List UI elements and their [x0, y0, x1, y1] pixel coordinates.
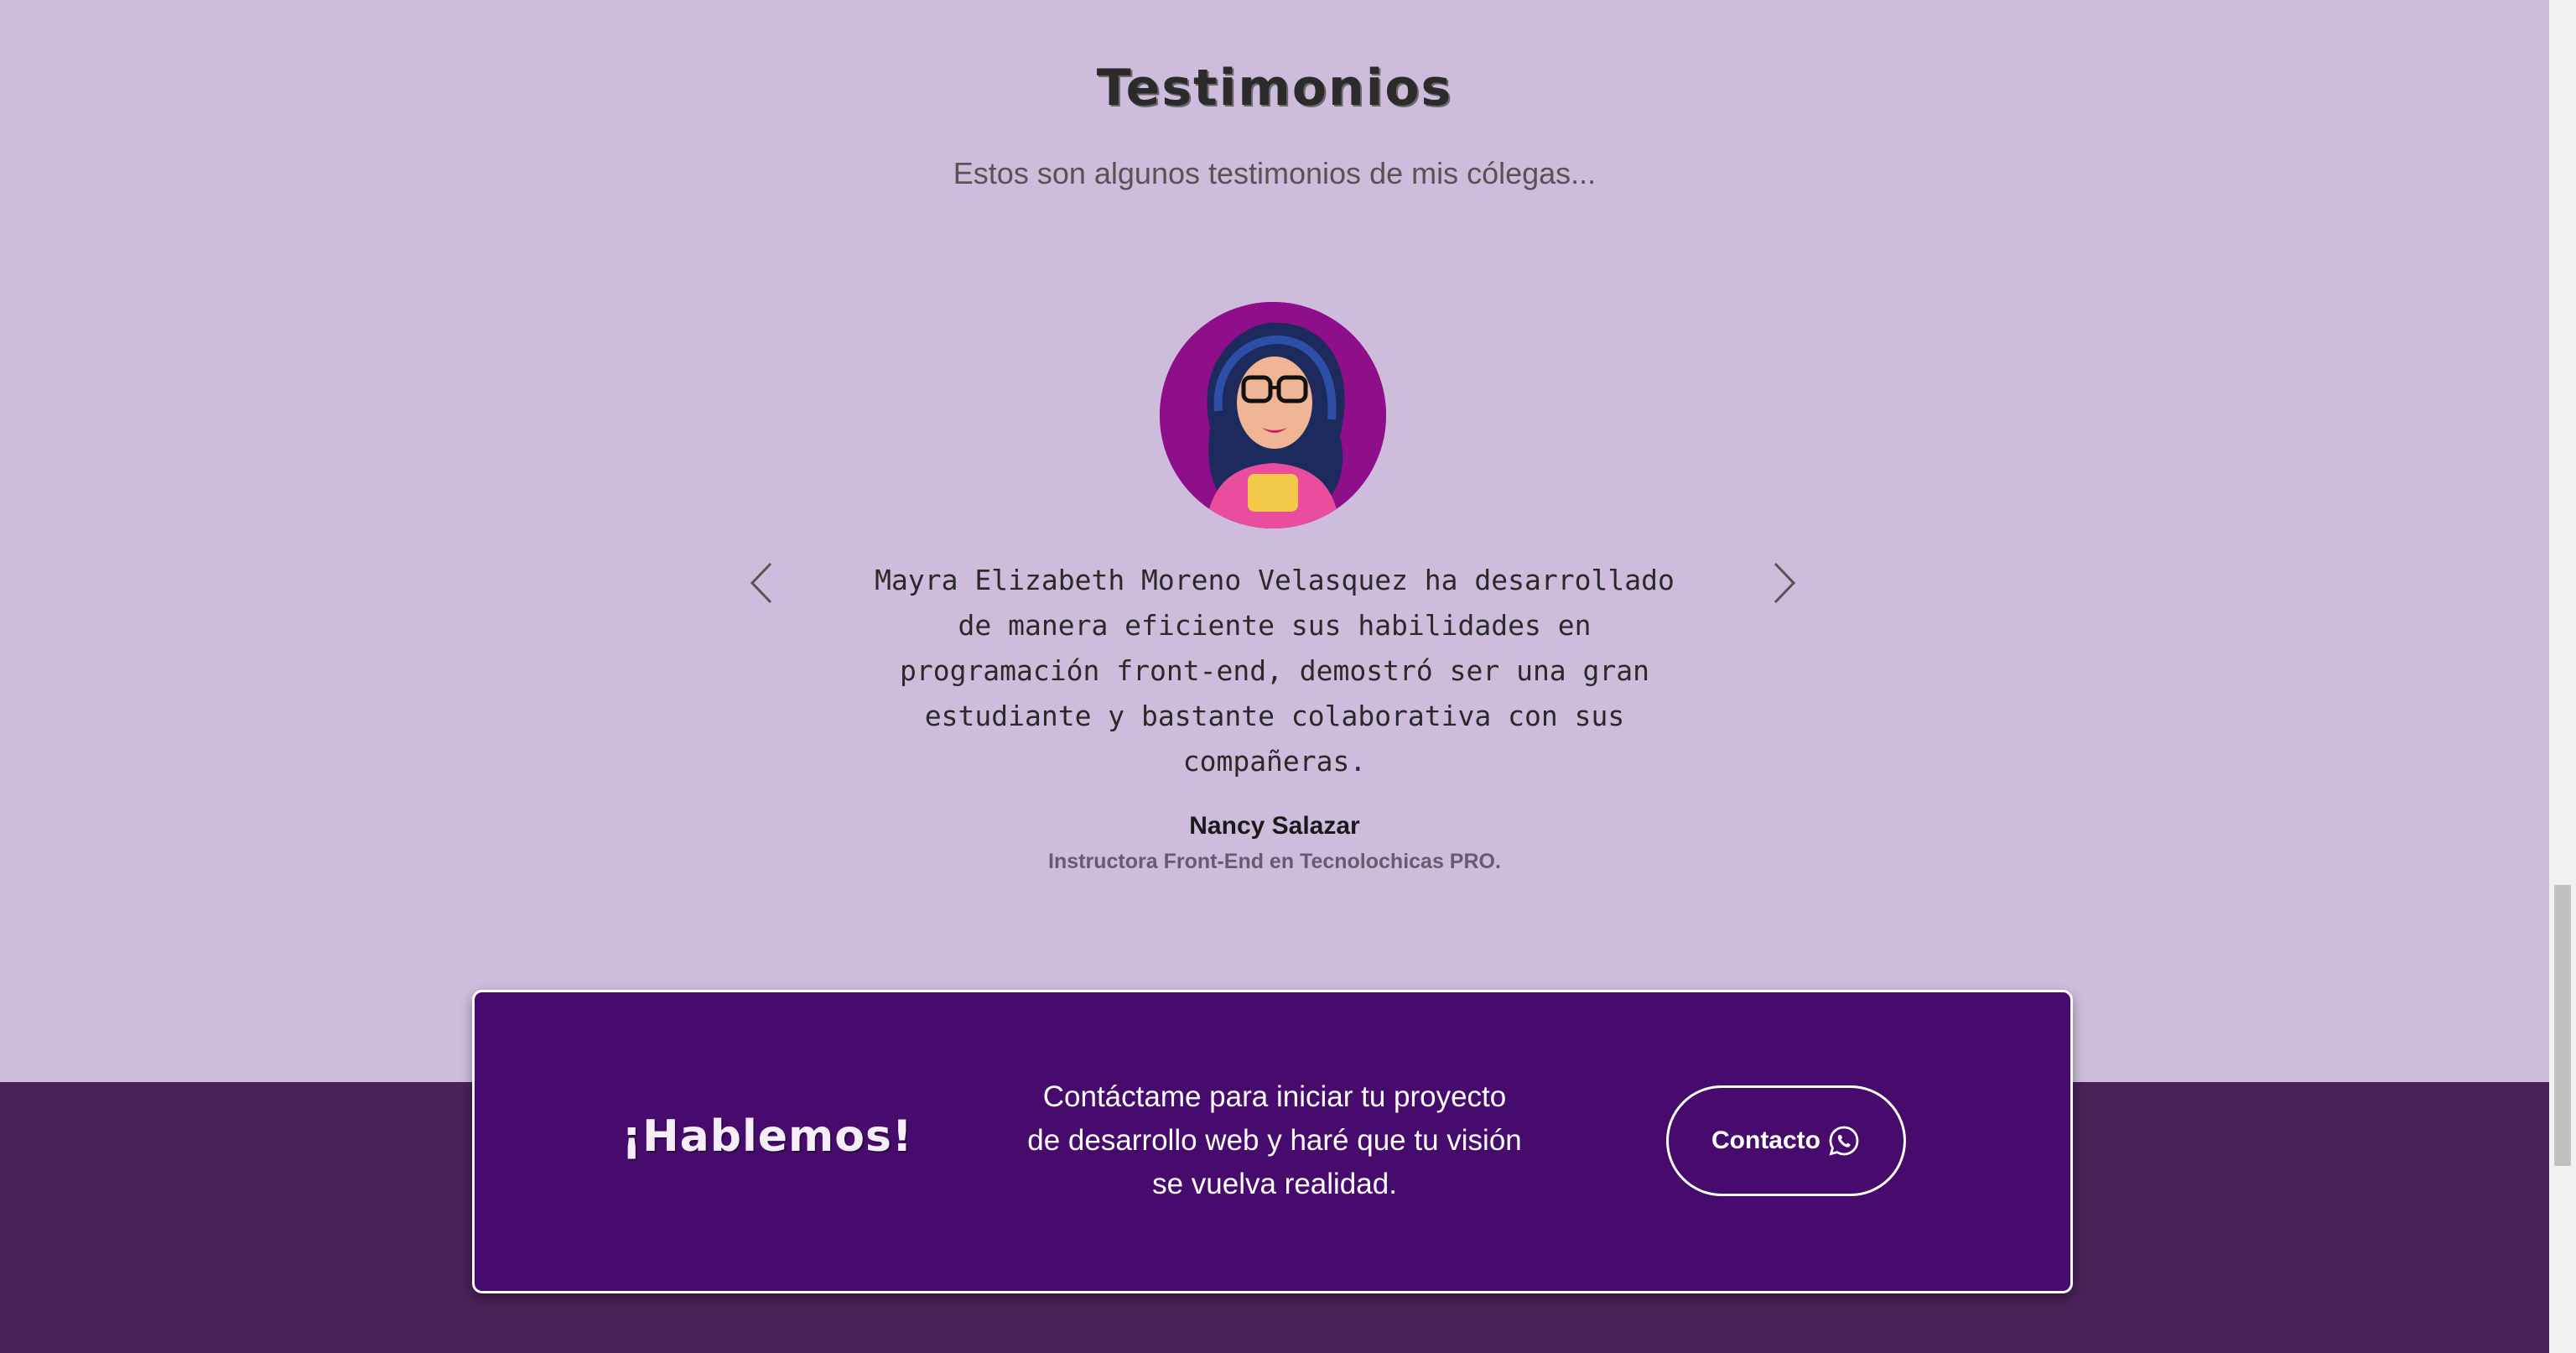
chevron-right-icon [1774, 562, 1796, 604]
chevron-left-icon [750, 562, 772, 604]
section-title: Testimonios [1096, 59, 1453, 117]
page: Testimonios Estos son algunos testimonio… [0, 0, 2549, 1353]
cta-text: Contáctame para iniciar tu proyecto de d… [1027, 1080, 1522, 1200]
contact-button[interactable]: Contacto [1666, 1085, 1906, 1196]
whatsapp-icon [1829, 1126, 1859, 1156]
scrollbar-thumb[interactable] [2554, 885, 2571, 1166]
testimonial-author: Nancy Salazar [1189, 812, 1360, 840]
page-scrollbar[interactable] [2549, 0, 2576, 1353]
next-arrow-button[interactable] [1759, 549, 1810, 617]
testimonial-avatar [1160, 302, 1386, 528]
cta-title: ¡Hablemos! [621, 1111, 913, 1162]
testimonial-role: Instructora Front-End en Tecnolochicas P… [1048, 850, 1501, 873]
avatar-illustration [1160, 302, 1386, 528]
contact-button-label: Contacto [1711, 1127, 1820, 1154]
section-subtitle: Estos son algunos testimonios de mis cól… [953, 156, 1597, 190]
testimonial-quote: Mayra Elizabeth Moreno Velasquez ha desa… [875, 564, 1675, 778]
previous-arrow-button[interactable] [736, 549, 787, 617]
